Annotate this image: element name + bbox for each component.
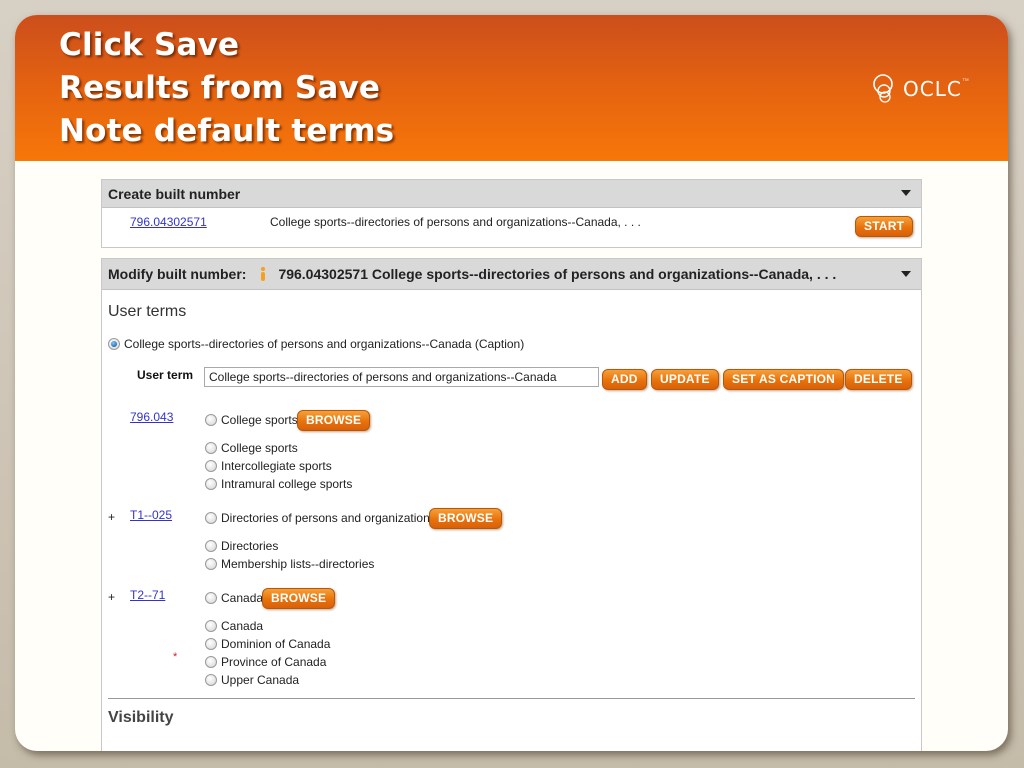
term-label: Dominion of Canada xyxy=(221,637,331,651)
section-divider xyxy=(108,698,915,699)
term-label: Intramural college sports xyxy=(221,477,353,491)
component-link-796-043[interactable]: 796.043 xyxy=(130,410,173,424)
term-radio[interactable] xyxy=(205,655,217,668)
create-panel-title: Create built number xyxy=(108,185,241,202)
component-link-t1-025[interactable]: T1--025 xyxy=(130,508,172,522)
modify-panel-header[interactable]: Modify built number: 796.04302571 Colleg… xyxy=(102,259,921,290)
browse-button[interactable]: BROWSE xyxy=(429,508,503,529)
caption-option[interactable]: College sports--directories of persons a… xyxy=(108,337,524,351)
term-radio[interactable] xyxy=(205,539,217,552)
term-radio[interactable] xyxy=(205,511,217,524)
term-option[interactable]: Intercollegiate sports xyxy=(205,459,332,473)
term-label: Intercollegiate sports xyxy=(221,459,332,473)
caption-radio[interactable] xyxy=(108,337,120,350)
user-term-input[interactable] xyxy=(204,367,599,387)
term-radio[interactable] xyxy=(205,441,217,454)
term-label: Canada xyxy=(221,591,264,605)
slide-title-line-2: Results from Save xyxy=(59,70,381,106)
user-term-label: User term xyxy=(137,368,194,382)
term-radio[interactable] xyxy=(205,619,217,632)
set-as-caption-button[interactable]: SET AS CAPTION xyxy=(723,369,845,390)
term-radio[interactable] xyxy=(205,557,217,570)
term-radio[interactable] xyxy=(205,477,217,490)
visibility-heading: Visibility xyxy=(108,709,174,726)
term-option[interactable]: Upper Canada xyxy=(205,673,299,687)
term-option[interactable]: Dominion of Canada xyxy=(205,637,330,651)
component-link-t2-71[interactable]: T2--71 xyxy=(130,588,165,602)
update-button[interactable]: UPDATE xyxy=(651,369,719,390)
term-label: Membership lists--directories xyxy=(221,557,375,571)
browse-button[interactable]: BROWSE xyxy=(297,410,371,431)
term-label: Directories xyxy=(221,539,279,553)
term-label: Province of Canada xyxy=(221,655,327,669)
create-panel-header[interactable]: Create built number xyxy=(102,180,921,208)
oclc-logo-icon xyxy=(873,74,893,103)
collapse-caret-icon[interactable] xyxy=(901,190,911,196)
term-option[interactable]: Canada xyxy=(205,619,263,633)
modify-panel-label: Modify built number: xyxy=(108,266,247,282)
term-option[interactable]: Intramural college sports xyxy=(205,477,352,491)
modify-panel-summary: 796.04302571 College sports--directories… xyxy=(278,266,837,282)
expand-plus-icon[interactable]: + xyxy=(108,510,115,524)
term-radio[interactable] xyxy=(205,591,217,604)
caption-option-label: College sports--directories of persons a… xyxy=(124,337,525,351)
slide-title-line-3: Note default terms xyxy=(59,113,395,149)
slide-title-line-1: Click Save xyxy=(59,27,240,63)
add-button[interactable]: ADD xyxy=(602,369,647,390)
term-label: Canada xyxy=(221,619,264,633)
create-built-number-panel: Create built number 796.04302571 College… xyxy=(101,179,922,248)
oclc-logo: OCLC ™ xyxy=(871,73,969,105)
logo-text: OCLC xyxy=(903,77,962,101)
user-terms-heading: User terms xyxy=(108,303,187,320)
term-radio[interactable] xyxy=(205,459,217,472)
term-label: Directories of persons and organizations xyxy=(221,511,436,525)
term-label: College sports xyxy=(221,441,298,455)
term-label: College sports xyxy=(221,413,298,427)
primary-term-option[interactable]: Canada xyxy=(205,591,263,605)
title-banner: Click Save Results from Save Note defaul… xyxy=(15,15,1008,161)
info-person-icon xyxy=(261,267,266,281)
built-number-link[interactable]: 796.04302571 xyxy=(130,215,207,229)
modify-built-number-panel: Modify built number: 796.04302571 Colleg… xyxy=(101,258,922,751)
default-term-marker: * xyxy=(173,651,178,663)
primary-term-option[interactable]: College sports xyxy=(205,413,298,427)
slide: Click Save Results from Save Note defaul… xyxy=(15,15,1008,751)
term-radio[interactable] xyxy=(205,673,217,686)
logo-trademark: ™ xyxy=(961,77,969,85)
delete-button[interactable]: DELETE xyxy=(845,369,912,390)
primary-term-option[interactable]: Directories of persons and organizations xyxy=(205,511,436,525)
term-radio[interactable] xyxy=(205,413,217,426)
start-button[interactable]: START xyxy=(855,216,914,237)
built-number-description: College sports--directories of persons a… xyxy=(270,215,641,229)
term-option[interactable]: Directories xyxy=(205,539,278,553)
term-option[interactable]: Province of Canada xyxy=(205,655,326,669)
term-option[interactable]: College sports xyxy=(205,441,298,455)
browse-button[interactable]: BROWSE xyxy=(262,588,336,609)
term-radio[interactable] xyxy=(205,637,217,650)
collapse-caret-icon[interactable] xyxy=(901,271,911,277)
term-option[interactable]: Membership lists--directories xyxy=(205,557,374,571)
expand-plus-icon[interactable]: + xyxy=(108,590,115,604)
term-label: Upper Canada xyxy=(221,673,300,687)
